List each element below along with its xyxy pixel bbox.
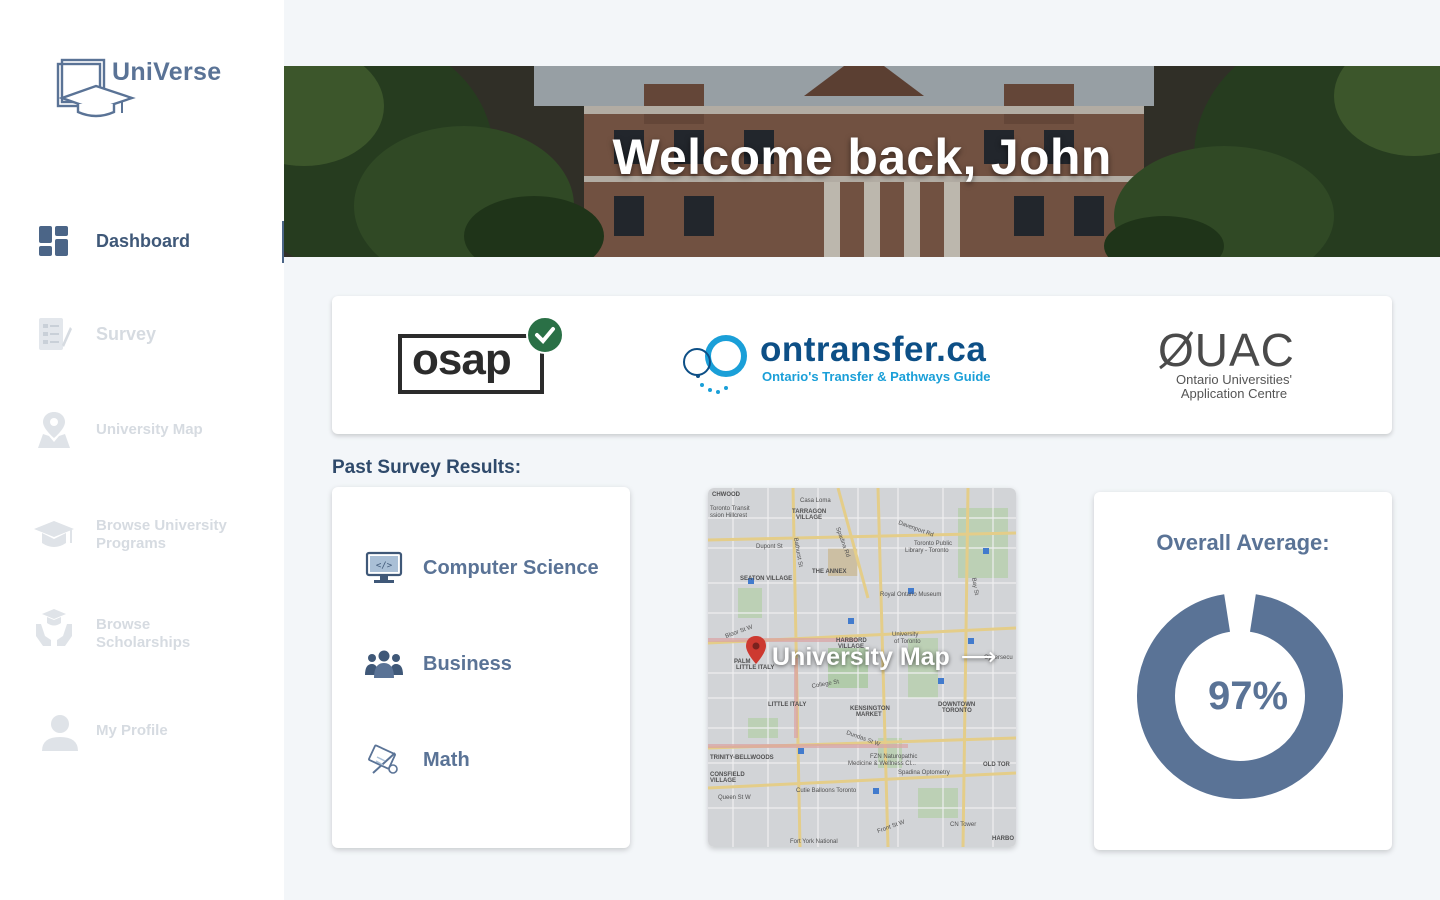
ouac-line2: Application Centre xyxy=(1180,386,1288,401)
welcome-banner: Welcome back, John xyxy=(284,66,1440,257)
overall-average-value: 97% xyxy=(1207,674,1289,718)
partner-logos-card: osap ontransfer.ca Ontario's Transfer & … xyxy=(332,296,1392,434)
sidebar-item-label: University Map xyxy=(96,421,203,438)
ontransfer-name: ontransfer.ca xyxy=(760,330,987,369)
app-name: UniVerse xyxy=(112,58,222,86)
monitor-code-icon: </> xyxy=(362,548,406,588)
welcome-title: Welcome back, John xyxy=(612,129,1112,185)
app-logo[interactable]: UniVerse xyxy=(56,58,236,120)
sidebar-item-label: Survey xyxy=(96,324,157,344)
sidebar-item-label: Browse Scholarships xyxy=(96,616,191,651)
svg-text:</>: </> xyxy=(376,561,393,571)
osap-logo-text: osap xyxy=(412,335,512,384)
dashboard-icon xyxy=(32,219,76,263)
ouac-swoosh-icon xyxy=(1159,331,1194,370)
survey-result-label: Math xyxy=(423,748,470,771)
ouac-line1: Ontario Universities' xyxy=(1176,372,1292,387)
ontransfer-logo[interactable]: ontransfer.ca Ontario's Transfer & Pathw… xyxy=(680,330,1020,400)
survey-clipboard-icon xyxy=(32,312,76,356)
math-tools-icon xyxy=(362,740,406,780)
arrow-right-icon: ⟶ xyxy=(960,643,997,671)
university-map-label-text: University Map xyxy=(772,643,950,671)
survey-result-business[interactable]: Business xyxy=(362,644,512,684)
sidebar: UniVerse Dashboard Survey University Map… xyxy=(0,0,284,900)
university-map-card[interactable]: CHWOOD Casa Loma TARRAGON VILLAGE Toront… xyxy=(708,488,1016,847)
past-survey-results-card: </> Computer Science Business Math xyxy=(332,487,630,848)
map-pin-icon xyxy=(32,408,76,452)
people-group-icon xyxy=(362,644,406,684)
survey-result-math[interactable]: Math xyxy=(362,740,470,780)
scholarship-hands-icon xyxy=(32,605,76,649)
osap-logo[interactable]: osap xyxy=(398,316,568,400)
past-survey-results-title: Past Survey Results: xyxy=(332,457,522,478)
overall-average-card: Overall Average: 97% xyxy=(1094,492,1392,850)
university-map-label[interactable]: University Map ⟶ xyxy=(772,642,997,672)
overall-average-title: Overall Average: xyxy=(1156,530,1330,555)
sidebar-item-label: Dashboard xyxy=(96,231,191,251)
sidebar-item-label: My Profile xyxy=(96,722,168,739)
ontransfer-tagline: Ontario's Transfer & Pathways Guide xyxy=(762,369,991,384)
survey-result-label: Business xyxy=(423,652,512,675)
survey-result-label: Computer Science xyxy=(423,556,599,579)
survey-result-computer-science[interactable]: </> Computer Science xyxy=(362,548,599,588)
checkmark-badge-icon xyxy=(526,316,564,354)
ontransfer-circles-icon xyxy=(683,335,747,394)
ouac-logo[interactable]: OUAC Ontario Universities' Application C… xyxy=(1154,326,1314,402)
user-profile-icon xyxy=(38,711,82,755)
graduation-cap-icon xyxy=(32,513,76,557)
sidebar-item-label: Browse University Programs xyxy=(96,517,227,552)
